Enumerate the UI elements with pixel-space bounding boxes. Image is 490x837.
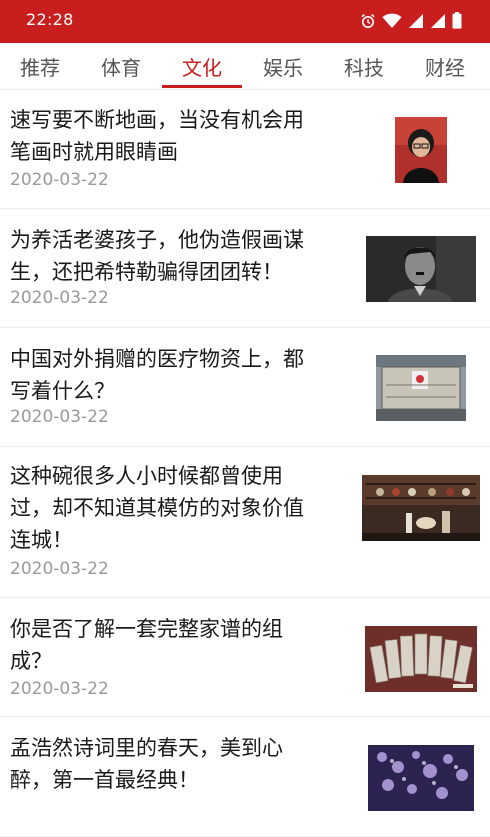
article-date: 2020-03-22 xyxy=(10,559,109,579)
article-title-line: 你是否了解一套完整家谱的组 xyxy=(10,617,283,641)
status-bar: 22:28 xyxy=(0,0,490,43)
tab-finance[interactable]: 财经 xyxy=(405,43,485,89)
article-item[interactable]: 速写要不断地画，当没有机会用 笔画时就用眼睛画 2020-03-22 xyxy=(0,90,490,209)
status-time: 22:28 xyxy=(26,10,74,29)
article-title-line: 笔画时就用眼睛画 xyxy=(10,140,178,164)
article-date: 2020-03-22 xyxy=(10,407,109,427)
article-date: 2020-03-22 xyxy=(10,679,109,699)
article-item[interactable]: 你是否了解一套完整家谱的组 成？ 2020-03-22 xyxy=(0,597,490,717)
article-item[interactable]: 为养活老婆孩子，他伪造假画谋 生，还把希特勒骗得团团转！ 2020-03-22 xyxy=(0,208,490,328)
article-date: 2020-03-22 xyxy=(10,170,109,190)
article-title: 你是否了解一套完整家谱的组 成？ xyxy=(10,613,350,677)
article-title-line: 这种碗很多人小时候都曾使用 xyxy=(10,464,283,488)
article-thumbnail[interactable] xyxy=(368,745,474,811)
article-item[interactable]: 这种碗很多人小时候都曾使用 过，却不知道其模仿的对象价值 连城！ 2020-03… xyxy=(0,446,490,598)
article-title: 这种碗很多人小时候都曾使用 过，却不知道其模仿的对象价值 连城！ xyxy=(10,460,350,556)
article-thumbnail[interactable] xyxy=(362,475,480,541)
status-icons xyxy=(360,12,462,29)
article-title-line: 醉，第一首最经典！ xyxy=(10,768,199,792)
article-title-line: 孟浩然诗词里的春天，美到心 xyxy=(10,736,283,760)
article-title-line: 成？ xyxy=(10,649,52,673)
article-title-line: 生，还把希特勒骗得团团转！ xyxy=(10,260,283,284)
article-title: 速写要不断地画，当没有机会用 笔画时就用眼睛画 xyxy=(10,104,350,168)
article-title-line: 中国对外捐赠的医疗物资上，都 xyxy=(10,347,304,371)
alarm-icon xyxy=(361,13,375,28)
tab-recommend[interactable]: 推荐 xyxy=(0,43,80,89)
article-thumbnail[interactable] xyxy=(366,236,476,302)
article-title: 中国对外捐赠的医疗物资上，都 写着什么？ xyxy=(10,343,350,407)
signal-icon xyxy=(431,13,445,28)
article-title-line: 写着什么？ xyxy=(10,379,115,403)
article-date: 2020-03-22 xyxy=(10,288,109,308)
article-thumbnail[interactable] xyxy=(365,626,477,692)
article-thumbnail[interactable] xyxy=(395,117,447,183)
active-tab-indicator xyxy=(162,85,242,88)
article-item[interactable]: 中国对外捐赠的医疗物资上，都 写着什么？ 2020-03-22 xyxy=(0,327,490,447)
tab-technology[interactable]: 科技 xyxy=(324,43,404,89)
article-title: 孟浩然诗词里的春天，美到心 醉，第一首最经典！ xyxy=(10,732,350,796)
category-tabs: 推荐 体育 文化 娱乐 科技 财经 xyxy=(0,43,490,90)
tab-sports[interactable]: 体育 xyxy=(81,43,161,89)
signal-icon xyxy=(409,13,423,28)
article-item[interactable]: 孟浩然诗词里的春天，美到心 醉，第一首最经典！ xyxy=(0,716,490,837)
article-thumbnail[interactable] xyxy=(376,355,466,421)
article-title-line: 连城！ xyxy=(10,528,73,552)
tab-culture[interactable]: 文化 xyxy=(162,43,242,89)
article-title-line: 速写要不断地画，当没有机会用 xyxy=(10,108,304,132)
battery-icon xyxy=(452,12,462,29)
tab-entertainment[interactable]: 娱乐 xyxy=(243,43,323,89)
article-title-line: 过，却不知道其模仿的对象价值 xyxy=(10,496,304,520)
wifi-icon xyxy=(382,13,402,28)
article-title-line: 为养活老婆孩子，他伪造假画谋 xyxy=(10,228,304,252)
article-title: 为养活老婆孩子，他伪造假画谋 生，还把希特勒骗得团团转！ xyxy=(10,224,350,288)
